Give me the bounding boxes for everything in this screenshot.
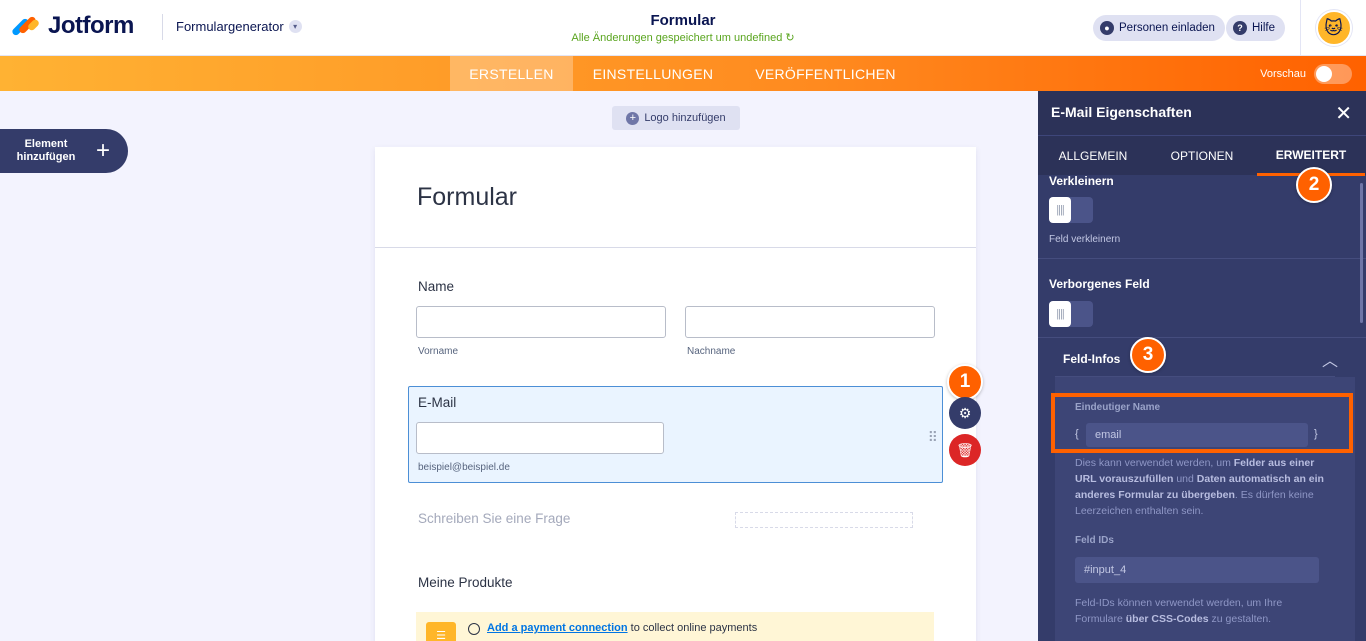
- hidden-field-title: Verborgenes Feld: [1049, 277, 1150, 291]
- panel-divider: [1038, 258, 1366, 259]
- email-input[interactable]: [416, 422, 664, 454]
- question-icon: ?: [1233, 21, 1247, 35]
- unique-name-highlight: [1051, 393, 1353, 453]
- brand-name: Jotform: [48, 12, 134, 39]
- header-divider: [162, 14, 163, 40]
- panel-divider: [1038, 337, 1366, 338]
- field-ids-label: Feld IDs: [1075, 535, 1114, 546]
- hidden-field-toggle[interactable]: ||||: [1049, 301, 1093, 327]
- payment-notice: ☰ Add a payment connection to collect on…: [416, 612, 934, 641]
- add-element-label: Element hinzufügen: [16, 138, 76, 163]
- unique-name-description: Dies kann verwendet werden, um Felder au…: [1075, 457, 1324, 517]
- last-name-input[interactable]: [685, 306, 935, 338]
- payment-text: Add a payment connection to collect onli…: [487, 622, 757, 634]
- add-element-button[interactable]: Element hinzufügen +: [0, 129, 128, 173]
- shrink-title: Verkleinern: [1049, 174, 1114, 188]
- person-icon: ●: [1100, 21, 1114, 35]
- email-sublabel: beispiel@beispiel.de: [418, 462, 510, 473]
- generator-label: Formulargenerator: [176, 19, 284, 34]
- field-info-title[interactable]: Feld-Infos: [1063, 352, 1120, 366]
- chevron-up-icon[interactable]: ︿: [1322, 347, 1338, 371]
- top-header: Jotform Formulargenerator ▾ Formular All…: [0, 0, 1366, 56]
- invite-label: Personen einladen: [1119, 22, 1215, 34]
- invite-people-button[interactable]: ● Personen einladen: [1093, 15, 1225, 41]
- panel-scrollbar[interactable]: [1360, 183, 1363, 323]
- tab-options[interactable]: OPTIONEN: [1148, 136, 1256, 176]
- jotform-logo[interactable]: Jotform: [10, 12, 134, 40]
- preview-toggle[interactable]: [1314, 63, 1352, 84]
- add-logo-button[interactable]: + Logo hinzufügen: [612, 106, 740, 130]
- form-title-block: Formular Alle Änderungen gespeichert um …: [483, 12, 883, 44]
- drag-handle-icon[interactable]: ⠿: [928, 429, 938, 446]
- preview-toggle-group: Vorschau: [1260, 56, 1352, 91]
- panel-title: E-Mail Eigenschaften: [1051, 104, 1192, 120]
- shrink-description: Feld verkleinern: [1049, 234, 1121, 245]
- payment-radio[interactable]: [468, 623, 480, 635]
- toggle-knob-icon: ||||: [1049, 197, 1071, 223]
- step-badge-1: 1: [947, 364, 983, 400]
- plus-icon: +: [96, 137, 111, 164]
- add-logo-label: Logo hinzufügen: [644, 112, 726, 124]
- form-heading[interactable]: Formular: [417, 183, 517, 212]
- ask-question-dropzone: [735, 512, 913, 528]
- plus-circle-icon: +: [626, 111, 640, 125]
- add-payment-link[interactable]: Add a payment connection: [487, 622, 628, 634]
- toggle-knob-icon: ||||: [1049, 301, 1071, 327]
- field-ids-description: Feld-IDs können verwendet werden, um Ihr…: [1075, 597, 1283, 625]
- first-name-input[interactable]: [416, 306, 666, 338]
- save-status: Alle Änderungen gespeichert um undefined…: [571, 32, 795, 44]
- tab-build[interactable]: ERSTELLEN: [450, 56, 573, 91]
- jotform-logo-icon: [10, 13, 41, 39]
- field-ids-input[interactable]: #input_4: [1075, 557, 1319, 583]
- ask-question-placeholder[interactable]: Schreiben Sie eine Frage: [418, 511, 570, 526]
- heading-divider: [375, 247, 976, 248]
- tab-general[interactable]: ALLGEMEIN: [1038, 136, 1148, 176]
- step-badge-2: 2: [1296, 167, 1332, 203]
- shrink-toggle[interactable]: ||||: [1049, 197, 1093, 223]
- user-menu[interactable]: 🐱: [1300, 0, 1366, 56]
- name-label: Name: [418, 279, 455, 294]
- form-card: Formular Name Vorname Nachname E-Mail be…: [375, 147, 976, 641]
- field-settings-gear-icon[interactable]: ⚙: [949, 397, 981, 429]
- tab-publish[interactable]: VERÖFFENTLICHEN: [733, 56, 918, 91]
- step-badge-3: 3: [1130, 337, 1166, 373]
- refresh-icon: ↻: [785, 32, 795, 44]
- form-title[interactable]: Formular: [483, 12, 883, 29]
- first-name-sublabel: Vorname: [418, 346, 459, 357]
- last-name-sublabel: Nachname: [687, 346, 736, 357]
- panel-header: E-Mail Eigenschaften ✕: [1038, 91, 1366, 135]
- payment-suffix: to collect online payments: [627, 622, 758, 634]
- email-label: E-Mail: [418, 395, 457, 410]
- delete-field-trash-icon[interactable]: 🗑: [949, 434, 981, 466]
- email-field-selected[interactable]: E-Mail beispiel@beispiel.de ⠿: [408, 386, 943, 483]
- list-icon: ☰: [426, 622, 456, 641]
- products-label: Meine Produkte: [418, 575, 513, 590]
- builder-nav: ERSTELLEN EINSTELLUNGEN VERÖFFENTLICHEN …: [0, 56, 1366, 91]
- close-icon[interactable]: ✕: [1335, 101, 1352, 126]
- preview-label: Vorschau: [1260, 67, 1306, 80]
- avatar: 🐱: [1315, 10, 1352, 46]
- help-button[interactable]: ? Hilfe: [1226, 15, 1286, 41]
- chevron-down-icon: ▾: [288, 20, 302, 33]
- help-label: Hilfe: [1252, 22, 1276, 34]
- generator-dropdown[interactable]: Formulargenerator ▾: [176, 19, 302, 34]
- tab-settings[interactable]: EINSTELLUNGEN: [573, 56, 733, 91]
